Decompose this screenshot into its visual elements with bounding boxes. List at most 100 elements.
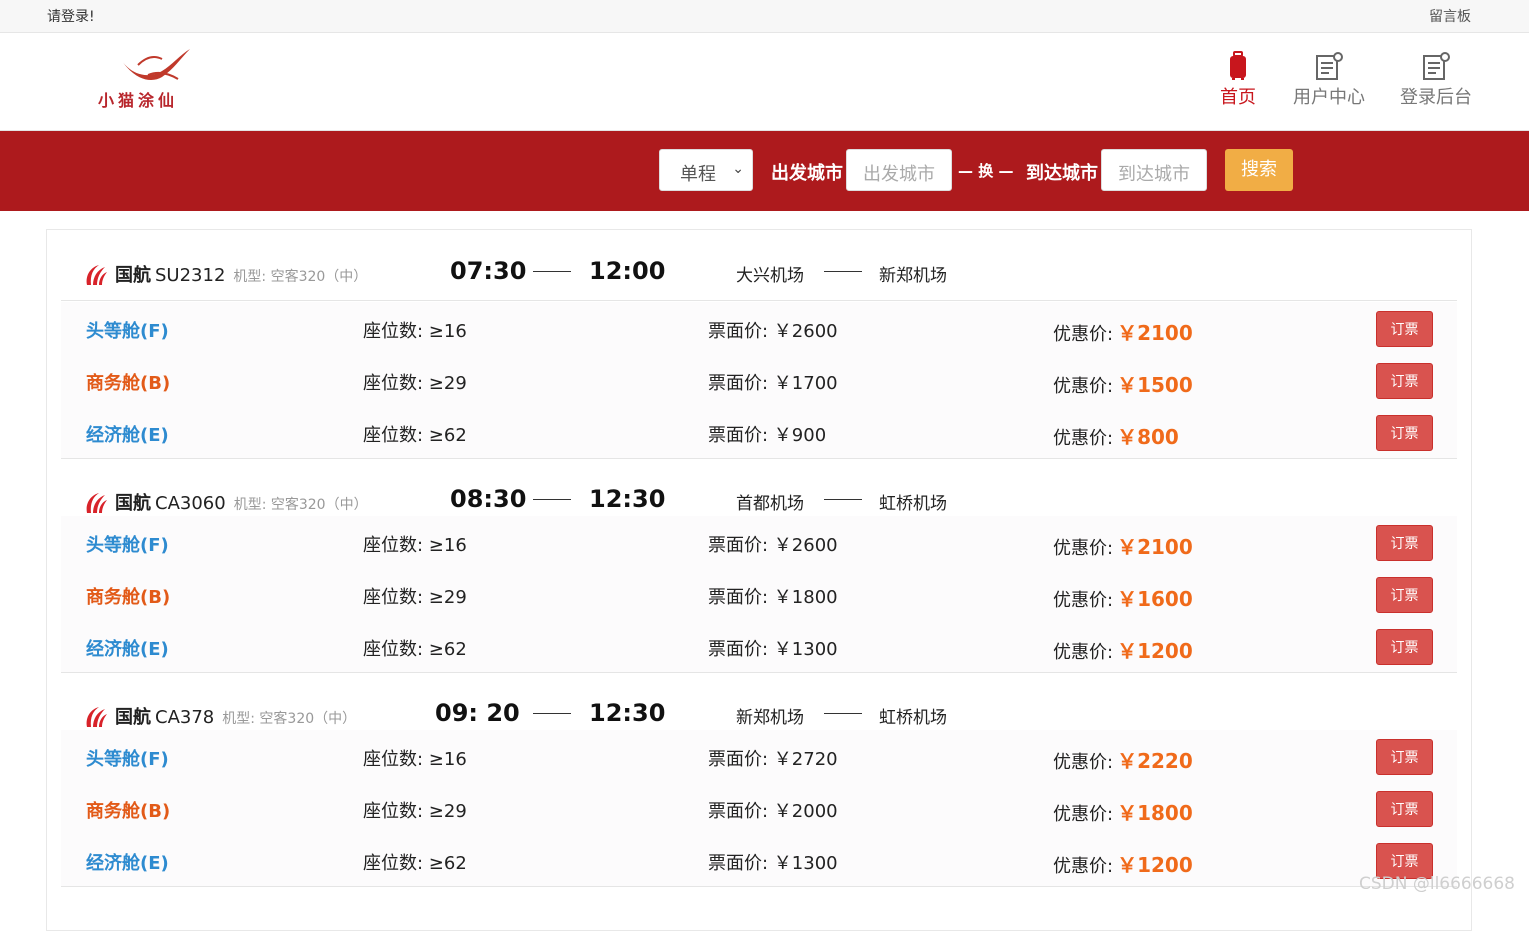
- departure-time: 07:30: [450, 257, 527, 285]
- air-china-logo-icon: [86, 707, 107, 727]
- seat-count: 座位数: ≥16: [363, 749, 467, 770]
- arrival-airport: 虹桥机场: [879, 494, 947, 514]
- departure-time: 09: 20: [435, 699, 520, 727]
- seat-count: 座位数: ≥29: [363, 373, 467, 394]
- book-ticket-button[interactable]: 订票: [1376, 525, 1433, 561]
- list-price: 票面价: ￥1800: [708, 587, 838, 608]
- cabin-class: 头等舱(F): [86, 749, 169, 770]
- fare-row: 头等舱(F) 座位数: ≥16 票面价: ￥2600 优惠价: ￥2100 订票: [61, 516, 1457, 569]
- fare-row: 头等舱(F) 座位数: ≥16 票面价: ￥2720 优惠价: ￥2220 订票: [61, 730, 1457, 783]
- settings-doc-icon: [1316, 52, 1343, 80]
- discount-price: 优惠价: ￥1500: [1053, 369, 1193, 398]
- nav-home-label: 首页: [1220, 87, 1256, 108]
- discount-label: 优惠价:: [1053, 376, 1114, 397]
- discount-label: 优惠价:: [1053, 428, 1114, 449]
- trip-type-value: 单程: [680, 164, 716, 185]
- seat-count: 座位数: ≥62: [363, 853, 467, 874]
- discount-amount: ￥1200: [1117, 853, 1193, 877]
- to-city-input[interactable]: 到达城市: [1101, 149, 1207, 191]
- departure-time: 08:30: [450, 485, 527, 513]
- book-ticket-button[interactable]: 订票: [1376, 629, 1433, 665]
- to-city-label: 到达城市: [1026, 163, 1098, 184]
- departure-airport: 新郑机场: [736, 708, 804, 728]
- cabin-class: 经济舱(E): [86, 425, 169, 446]
- luggage-icon: [1230, 51, 1246, 80]
- chevron-down-icon: ⌄: [732, 161, 744, 177]
- swap-cities-button[interactable]: — 换 —: [958, 160, 1013, 181]
- discount-label: 优惠价:: [1053, 590, 1114, 611]
- departure-airport: 首都机场: [736, 494, 804, 514]
- discount-amount: ￥2100: [1117, 321, 1193, 345]
- fare-row: 经济舱(E) 座位数: ≥62 票面价: ￥900 优惠价: ￥800 订票: [61, 406, 1457, 459]
- nav-home[interactable]: 首页: [1220, 51, 1256, 109]
- settings-doc-icon: [1423, 52, 1450, 80]
- site-logo[interactable]: 小猫涂仙: [98, 45, 218, 110]
- flight-airline: 国航 SU2312 机型: 空客320（中）: [115, 261, 367, 287]
- cabin-class: 头等舱(F): [86, 535, 169, 556]
- login-link[interactable]: 请登录!: [47, 6, 95, 26]
- book-ticket-button[interactable]: 订票: [1376, 791, 1433, 827]
- airport-separator: [824, 713, 862, 714]
- arrival-time: 12:30: [589, 699, 666, 727]
- fare-row: 经济舱(E) 座位数: ≥62 票面价: ￥1300 优惠价: ￥1200 订票: [61, 834, 1457, 887]
- time-separator: [533, 499, 571, 500]
- book-ticket-button[interactable]: 订票: [1376, 739, 1433, 775]
- discount-price: 优惠价: ￥2100: [1053, 317, 1193, 346]
- search-bar: 单程 ⌄ 出发城市 出发城市 — 换 — 到达城市 到达城市 搜索: [0, 131, 1529, 211]
- flight-number: SU2312: [155, 265, 226, 286]
- header: 小猫涂仙 首页 用户中心 登录后台: [0, 33, 1529, 131]
- discount-price: 优惠价: ￥1600: [1053, 583, 1193, 612]
- message-board-link[interactable]: 留言板: [1429, 6, 1471, 26]
- discount-label: 优惠价:: [1053, 752, 1114, 773]
- airport-separator: [824, 499, 862, 500]
- fare-row: 头等舱(F) 座位数: ≥16 票面价: ￥2600 优惠价: ￥2100 订票: [61, 302, 1457, 355]
- discount-price: 优惠价: ￥1200: [1053, 635, 1193, 664]
- discount-price: 优惠价: ￥800: [1053, 421, 1179, 450]
- discount-price: 优惠价: ￥2220: [1053, 745, 1193, 774]
- nav-admin-login[interactable]: 登录后台: [1400, 51, 1472, 109]
- discount-amount: ￥1600: [1117, 587, 1193, 611]
- from-city-input[interactable]: 出发城市: [846, 149, 952, 191]
- fare-row: 商务舱(B) 座位数: ≥29 票面价: ￥2000 优惠价: ￥1800 订票: [61, 782, 1457, 835]
- flight-airline: 国航 CA378 机型: 空客320（中）: [115, 703, 356, 729]
- book-ticket-button[interactable]: 订票: [1376, 311, 1433, 347]
- discount-label: 优惠价:: [1053, 856, 1114, 877]
- seat-count: 座位数: ≥16: [363, 321, 467, 342]
- trip-type-select[interactable]: 单程 ⌄: [659, 149, 753, 191]
- list-price: 票面价: ￥2000: [708, 801, 838, 822]
- airline-name: 国航: [115, 493, 151, 514]
- seat-count: 座位数: ≥16: [363, 535, 467, 556]
- time-separator: [533, 271, 571, 272]
- list-price: 票面价: ￥2600: [708, 535, 838, 556]
- list-price: 票面价: ￥1300: [708, 639, 838, 660]
- fare-row: 经济舱(E) 座位数: ≥62 票面价: ￥1300 优惠价: ￥1200 订票: [61, 620, 1457, 673]
- airport-separator: [824, 271, 862, 272]
- discount-amount: ￥2220: [1117, 749, 1193, 773]
- book-ticket-button[interactable]: 订票: [1376, 363, 1433, 399]
- discount-label: 优惠价:: [1053, 324, 1114, 345]
- time-separator: [533, 713, 571, 714]
- book-ticket-button[interactable]: 订票: [1376, 577, 1433, 613]
- discount-amount: ￥1800: [1117, 801, 1193, 825]
- flight-airline: 国航 CA3060 机型: 空客320（中）: [115, 489, 368, 515]
- list-price: 票面价: ￥2600: [708, 321, 838, 342]
- air-china-logo-icon: [86, 493, 107, 513]
- search-button[interactable]: 搜索: [1225, 149, 1293, 191]
- book-ticket-button[interactable]: 订票: [1376, 415, 1433, 451]
- airline-name: 国航: [115, 265, 151, 286]
- discount-amount: ￥1200: [1117, 639, 1193, 663]
- discount-price: 优惠价: ￥1200: [1053, 849, 1193, 878]
- flight-number: CA378: [155, 707, 215, 728]
- discount-amount: ￥1500: [1117, 373, 1193, 397]
- nav-user-center[interactable]: 用户中心: [1293, 51, 1365, 109]
- aircraft-model: 机型: 空客320（中）: [233, 269, 368, 285]
- list-price: 票面价: ￥1700: [708, 373, 838, 394]
- seat-count: 座位数: ≥29: [363, 587, 467, 608]
- cabin-class: 商务舱(B): [86, 373, 171, 394]
- discount-amount: ￥800: [1117, 425, 1179, 449]
- list-price: 票面价: ￥2720: [708, 749, 838, 770]
- flight-header: 国航 SU2312 机型: 空客320（中） 07:30 12:00 大兴机场 新郑机场: [61, 230, 1457, 301]
- arrival-airport: 虹桥机场: [879, 708, 947, 728]
- flight-number: CA3060: [155, 493, 226, 514]
- flight-results: 国航 SU2312 机型: 空客320（中） 07:30 12:00 大兴机场 新郑机场 头等…: [46, 229, 1472, 931]
